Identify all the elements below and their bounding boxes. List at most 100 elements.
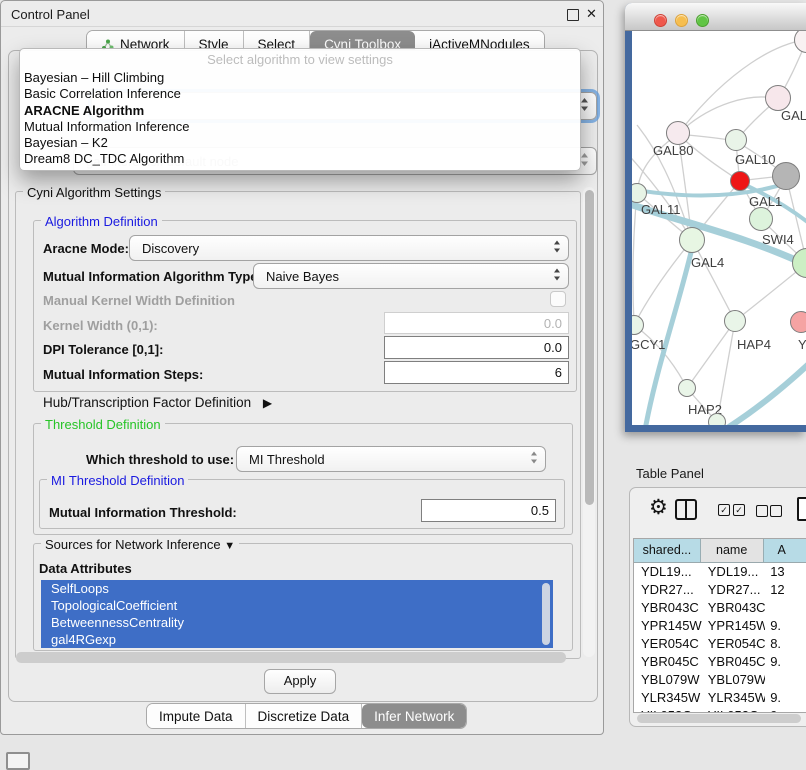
dropdown-option[interactable]: Basic Correlation Inference (20, 86, 580, 102)
combo-value: Discovery (142, 241, 546, 256)
table-cell (765, 599, 806, 617)
network-node-gal4[interactable] (679, 227, 705, 253)
zoom-traffic-light[interactable] (696, 14, 709, 27)
dpi-tolerance-input[interactable] (384, 336, 569, 359)
table-row[interactable]: YIL052CYIL052C9. (634, 707, 806, 713)
table-cell: YPR145W (702, 617, 765, 635)
attribute-list-item[interactable]: gal4RGexp (41, 631, 553, 648)
network-node[interactable] (730, 171, 750, 191)
deselect-checkbox-icon[interactable] (756, 505, 768, 517)
mi-threshold-input[interactable] (421, 499, 556, 522)
table-cell: YER054C (702, 635, 765, 653)
table-panel: ⚙ ✓ ✓ shared...nameA YDL19...YDL19...13Y… (629, 487, 806, 727)
manual-kernel-width-checkbox[interactable] (550, 291, 566, 307)
table-panel-title: Table Panel (636, 466, 704, 481)
control-panel-titlebar[interactable]: Control Panel ✕ (1, 1, 603, 27)
table-row[interactable]: YDL19...YDL19...13 (634, 563, 806, 581)
dropdown-option[interactable]: Bayesian – Hill Climbing (20, 70, 580, 86)
node-label: GAL1 (749, 194, 782, 209)
network-edge[interactable] (633, 193, 637, 325)
table-cell: YBR043C (702, 599, 765, 617)
new-table-icon[interactable] (797, 497, 806, 521)
settings-gear-icon[interactable]: ⚙ (649, 495, 668, 519)
select-all-checkbox-icon-2[interactable]: ✓ (733, 504, 745, 516)
network-node-gal1[interactable] (749, 207, 773, 231)
which-threshold-label: Which threshold to use: (86, 452, 234, 467)
apply-button[interactable]: Apply (264, 669, 336, 694)
column-header[interactable]: A (764, 539, 806, 562)
node-label: HAP4 (737, 337, 771, 352)
network-window-titlebar[interactable] (625, 3, 806, 31)
network-node-gal10[interactable] (725, 129, 747, 151)
table-cell: YIL052C (634, 707, 702, 713)
node-table: shared...nameA YDL19...YDL19...13YDR27..… (633, 538, 806, 713)
network-edge-highlighted[interactable] (645, 244, 693, 425)
network-node-y[interactable] (790, 311, 806, 333)
table-row[interactable]: YER054CYER054C8. (634, 635, 806, 653)
close-icon[interactable]: ✕ (586, 6, 597, 22)
settings-horizontal-scrollbar[interactable] (16, 652, 566, 663)
dropdown-option[interactable]: Dream8 DC_TDC Algorithm (20, 151, 580, 167)
table-cell: YDR27... (702, 581, 765, 599)
mi-algorithm-type-combo[interactable]: Naive Bayes (253, 263, 569, 289)
network-edge[interactable] (692, 240, 735, 321)
dock-widget-icon[interactable] (6, 752, 30, 770)
column-header[interactable]: shared... (634, 539, 701, 562)
group-title: MI Threshold Definition (47, 473, 188, 488)
hub-expander[interactable]: Hub/Transcription Factor Definition ▶ (43, 395, 272, 410)
table-cell: YBR043C (634, 599, 702, 617)
table-row[interactable]: YBL079WYBL079W (634, 671, 806, 689)
deselect-checkbox-icon-2[interactable] (770, 505, 782, 517)
table-cell: YLR345W (634, 689, 702, 707)
which-threshold-combo[interactable]: MI Threshold (236, 446, 546, 472)
network-node-gal80[interactable] (666, 121, 690, 145)
attribute-list-item[interactable]: BetweennessCentrality (41, 614, 553, 631)
split-columns-icon[interactable] (675, 499, 697, 520)
table-row[interactable]: YLR345WYLR345W9. (634, 689, 806, 707)
table-row[interactable]: YBR045CYBR045C9. (634, 653, 806, 671)
tab-infer-network[interactable]: Infer Network (362, 704, 466, 728)
tab-discretize-data[interactable]: Discretize Data (246, 704, 363, 728)
dropdown-option[interactable]: Bayesian – K2 (20, 135, 580, 151)
network-edge-highlighted[interactable] (721, 360, 806, 425)
mi-steps-input[interactable] (384, 361, 569, 384)
attribute-list-item[interactable]: SelfLoops (41, 580, 553, 597)
dropdown-option[interactable]: ARACNE Algorithm (20, 103, 580, 119)
window-title: Control Panel (11, 7, 90, 22)
network-node-hap2[interactable] (678, 379, 696, 397)
float-window-icon[interactable] (567, 9, 579, 21)
tab-impute-data[interactable]: Impute Data (147, 704, 246, 728)
aracne-mode-label: Aracne Mode: (43, 241, 129, 256)
network-node-hap4[interactable] (724, 310, 746, 332)
kernel-width-input[interactable] (384, 312, 569, 334)
network-edge[interactable] (687, 321, 735, 388)
aracne-mode-combo[interactable]: Discovery (129, 235, 569, 261)
bottom-tabstrip: Impute Data Discretize Data Infer Networ… (146, 703, 467, 729)
column-header[interactable]: name (701, 539, 764, 562)
network-node[interactable] (708, 413, 726, 425)
scrollbar-thumb[interactable] (585, 190, 594, 505)
table-row[interactable]: YPR145WYPR145W9. (634, 617, 806, 635)
list-scrollbar-thumb[interactable] (542, 583, 550, 645)
table-horizontal-scrollbar[interactable] (637, 714, 801, 723)
close-traffic-light[interactable] (654, 14, 667, 27)
collapsed-arrow-icon: ▶ (263, 396, 272, 410)
table-cell: YPR145W (634, 617, 702, 635)
table-cell: YDL19... (634, 563, 702, 581)
minimize-traffic-light[interactable] (675, 14, 688, 27)
network-canvas[interactable]: GALGAL80GAL10GAL1GAL11GAL4SWI4GCY1HAP4YH… (632, 31, 806, 425)
table-cell: YBL079W (634, 671, 702, 689)
table-row[interactable]: YBR043CYBR043C (634, 599, 806, 617)
network-node[interactable] (772, 162, 800, 190)
sources-expander[interactable]: Sources for Network Inference ▼ (41, 537, 239, 552)
table-cell: 9. (765, 707, 806, 713)
table-cell: 9. (765, 617, 806, 635)
data-attributes-list[interactable]: SelfLoopsTopologicalCoefficientBetweenne… (41, 580, 553, 649)
table-cell: YBR045C (702, 653, 765, 671)
attribute-list-item[interactable]: TopologicalCoefficient (41, 597, 553, 614)
table-row[interactable]: YDR27...YDR27...12 (634, 581, 806, 599)
stepper-icon (580, 97, 589, 115)
settings-vertical-scrollbar[interactable] (583, 187, 595, 657)
select-all-checkbox-icon[interactable]: ✓ (718, 504, 730, 516)
dropdown-option[interactable]: Mutual Information Inference (20, 119, 580, 135)
